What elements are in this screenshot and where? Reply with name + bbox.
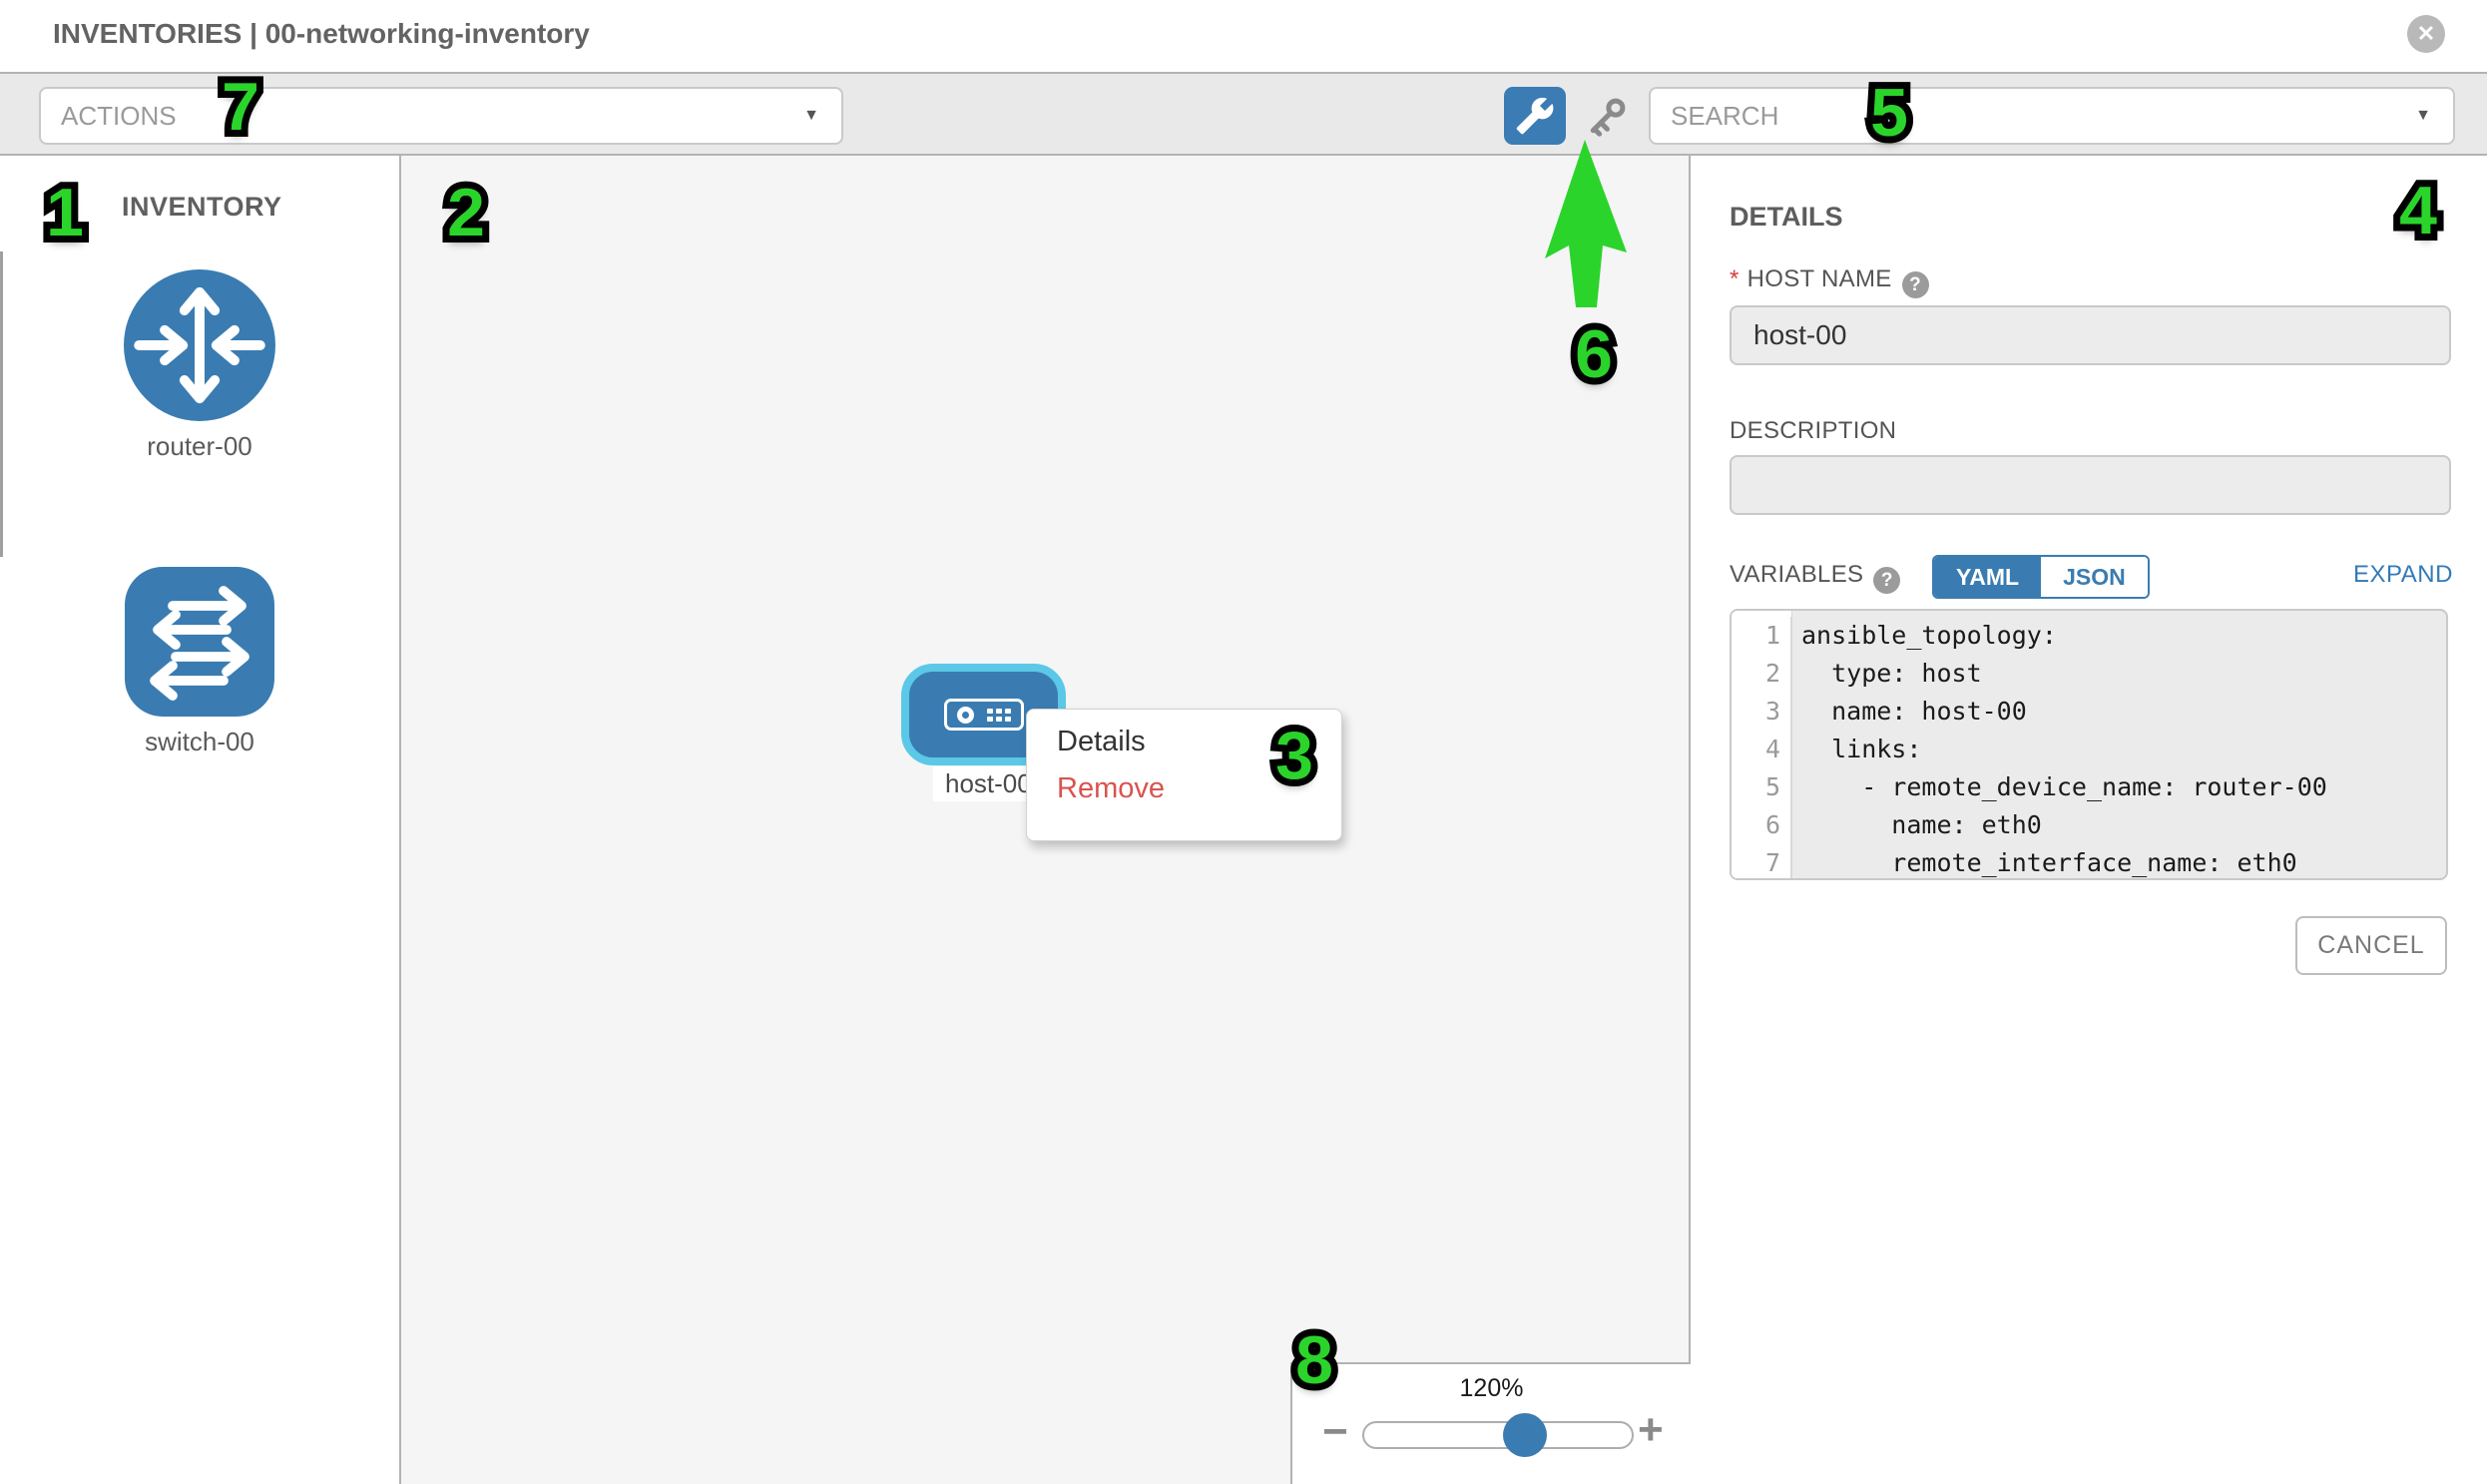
details-panel: DETAILS *HOST NAME? DESCRIPTION VARIABLE… (1691, 156, 2487, 1484)
required-asterisk: * (1730, 265, 1740, 292)
router-label: router-00 (124, 431, 275, 462)
inventory-sidebar: INVENTORY router-00 (0, 156, 401, 1484)
header: INVENTORIES | 00-networking-inventory ✕ (0, 0, 2487, 72)
expand-link[interactable]: EXPAND (2353, 561, 2453, 589)
sidebar-item-switch[interactable]: switch-00 (124, 567, 275, 757)
main-area: INVENTORY router-00 (0, 156, 2487, 1484)
chevron-down-icon: ▼ (2415, 89, 2431, 143)
tools-button[interactable] (1504, 87, 1566, 145)
cancel-button[interactable]: CANCEL (2295, 916, 2447, 975)
key-button[interactable] (1580, 92, 1632, 144)
zoom-in-button[interactable]: + (1638, 1410, 1664, 1450)
code-line: 7 remote_interface_name: eth0 (1732, 844, 2446, 880)
switch-label: switch-00 (124, 727, 275, 757)
yaml-toggle[interactable]: YAML (1934, 557, 2041, 597)
menu-item-remove[interactable]: Remove (1027, 758, 1341, 805)
key-icon (1580, 131, 1632, 148)
help-icon[interactable]: ? (1873, 567, 1900, 594)
details-title: DETAILS (1730, 202, 1843, 233)
zoom-level-value: 120% (1292, 1374, 1691, 1403)
code-line: 1ansible_topology: (1732, 617, 2446, 655)
help-icon[interactable]: ? (1902, 271, 1929, 298)
sidebar-title: INVENTORY (122, 192, 282, 223)
variables-label: VARIABLES? (1730, 561, 1900, 594)
zoom-control-panel: 120% − + (1290, 1362, 1691, 1484)
actions-dropdown[interactable]: ACTIONS ▼ (39, 87, 843, 145)
zoom-slider-thumb[interactable] (1503, 1413, 1547, 1457)
sidebar-scrollbar[interactable] (0, 251, 3, 557)
sidebar-item-router[interactable]: router-00 (124, 269, 275, 462)
code-line: 2 type: host (1732, 655, 2446, 693)
chevron-down-icon: ▼ (803, 89, 819, 143)
search-dropdown-label: SEARCH (1671, 101, 1778, 131)
code-line: 4 links: (1732, 731, 2446, 768)
server-icon (944, 699, 1024, 731)
host-name-label: *HOST NAME? (1730, 265, 1929, 298)
variables-format-toggle: YAML JSON (1932, 555, 2150, 599)
search-dropdown[interactable]: SEARCH ▼ (1649, 87, 2455, 145)
node-context-menu: Details Remove (1026, 709, 1342, 841)
topology-canvas[interactable]: host-00 Details Remove 120% − + (401, 156, 1691, 1484)
code-line: 5 - remote_device_name: router-00 (1732, 768, 2446, 806)
zoom-slider[interactable] (1362, 1421, 1634, 1449)
close-icon[interactable]: ✕ (2407, 15, 2445, 53)
description-input[interactable] (1730, 455, 2451, 515)
json-toggle[interactable]: JSON (2041, 557, 2148, 597)
page-title: INVENTORIES | 00-networking-inventory (53, 18, 590, 50)
zoom-out-button[interactable]: − (1322, 1412, 1348, 1452)
router-icon (124, 269, 275, 421)
code-line: 3 name: host-00 (1732, 693, 2446, 731)
switch-icon (125, 567, 274, 717)
menu-item-details[interactable]: Details (1027, 710, 1341, 758)
host-name-input[interactable] (1730, 305, 2451, 365)
toolbar: ACTIONS ▼ (0, 72, 2487, 156)
inventory-topology-app: INVENTORIES | 00-networking-inventory ✕ … (0, 0, 2487, 1484)
code-line: 6 name: eth0 (1732, 806, 2446, 844)
actions-dropdown-label: ACTIONS (61, 101, 177, 131)
variables-code-editor[interactable]: 1ansible_topology: 2 type: host 3 name: … (1730, 609, 2448, 880)
description-label: DESCRIPTION (1730, 417, 1896, 445)
